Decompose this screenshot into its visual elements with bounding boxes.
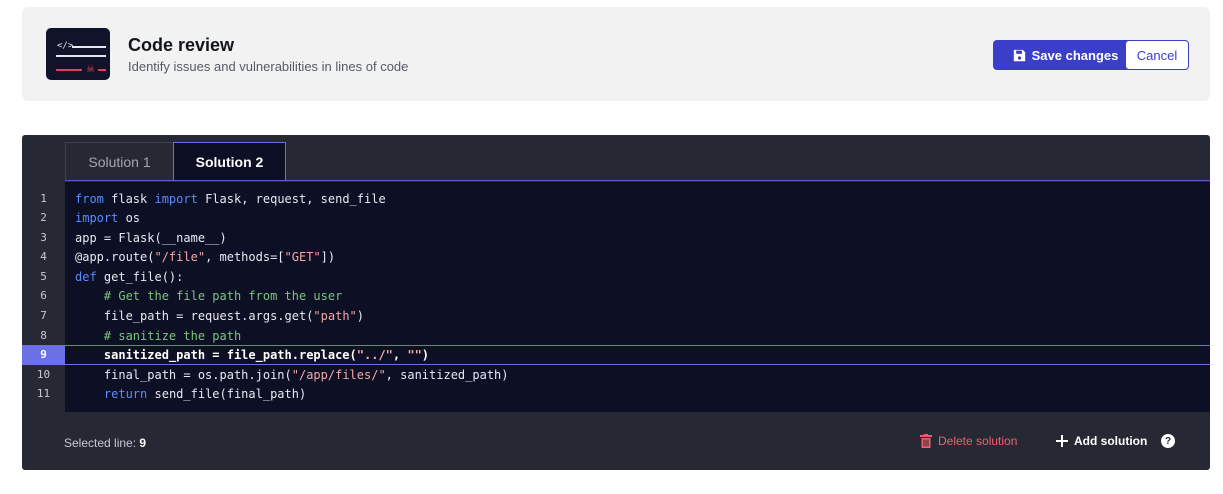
line-number-active[interactable]: 9 [22, 345, 65, 365]
plus-icon [1056, 435, 1068, 447]
delete-solution-label: Delete solution [938, 434, 1018, 448]
add-solution-label: Add solution [1074, 434, 1148, 448]
header-card: </> ☠ Code review Identify issues and vu… [22, 7, 1210, 101]
code-line[interactable]: # Get the file path from the user [65, 286, 1210, 306]
code-line[interactable]: return send_file(final_path) [65, 384, 1210, 404]
delete-solution-button[interactable]: Delete solution [920, 431, 1017, 451]
code-line[interactable]: def get_file(): [65, 267, 1210, 287]
page-title: Code review [128, 35, 235, 55]
code-line[interactable]: app = Flask(__name__) [65, 228, 1210, 248]
code-line[interactable]: file_path = request.args.get("path") [65, 306, 1210, 326]
code-editor-panel: Solution 1 Solution 2 1 2 3 4 5 6 7 8 9 … [22, 135, 1210, 470]
line-number[interactable]: 11 [22, 384, 65, 404]
code-line[interactable]: import os [65, 208, 1210, 228]
page-subtitle: Identify issues and vulnerabilities in l… [128, 59, 409, 74]
code-line[interactable]: final_path = os.path.join("/app/files/",… [65, 365, 1210, 385]
line-number[interactable]: 3 [22, 228, 65, 248]
line-number[interactable]: 10 [22, 365, 65, 385]
line-number[interactable]: 5 [22, 267, 65, 287]
code-line-active[interactable]: sanitized_path = file_path.replace("../"… [65, 345, 1210, 365]
save-changes-button[interactable]: Save changes [993, 40, 1138, 70]
trash-icon [920, 434, 932, 448]
floppy-disk-icon [1013, 49, 1025, 61]
line-number[interactable]: 4 [22, 247, 65, 267]
tab-divider [65, 180, 1210, 181]
cancel-button[interactable]: Cancel [1125, 40, 1189, 70]
save-changes-label: Save changes [1031, 47, 1119, 63]
code-line[interactable]: @app.route("/file", methods=["GET"]) [65, 247, 1210, 267]
add-solution-button[interactable]: Add solution [1056, 431, 1147, 451]
line-number[interactable]: 1 [22, 189, 65, 209]
selected-line-indicator: Selected line: 9 [64, 436, 146, 450]
code-line[interactable]: # sanitize the path [65, 326, 1210, 346]
line-number[interactable]: 8 [22, 326, 65, 346]
line-number[interactable]: 6 [22, 286, 65, 306]
selected-line-value: 9 [139, 436, 147, 450]
tab-solution-1[interactable]: Solution 1 [65, 142, 174, 181]
tab-solution-2[interactable]: Solution 2 [173, 142, 286, 181]
selected-line-label: Selected line: [64, 436, 137, 450]
code-area: from flask import Flask, request, send_f… [65, 182, 1210, 412]
code-line[interactable]: from flask import Flask, request, send_f… [65, 189, 1210, 209]
line-number[interactable]: 2 [22, 208, 65, 228]
code-review-logo-icon: </> ☠ [46, 28, 110, 80]
line-number[interactable]: 7 [22, 306, 65, 326]
question-icon[interactable]: ? [1161, 434, 1175, 448]
